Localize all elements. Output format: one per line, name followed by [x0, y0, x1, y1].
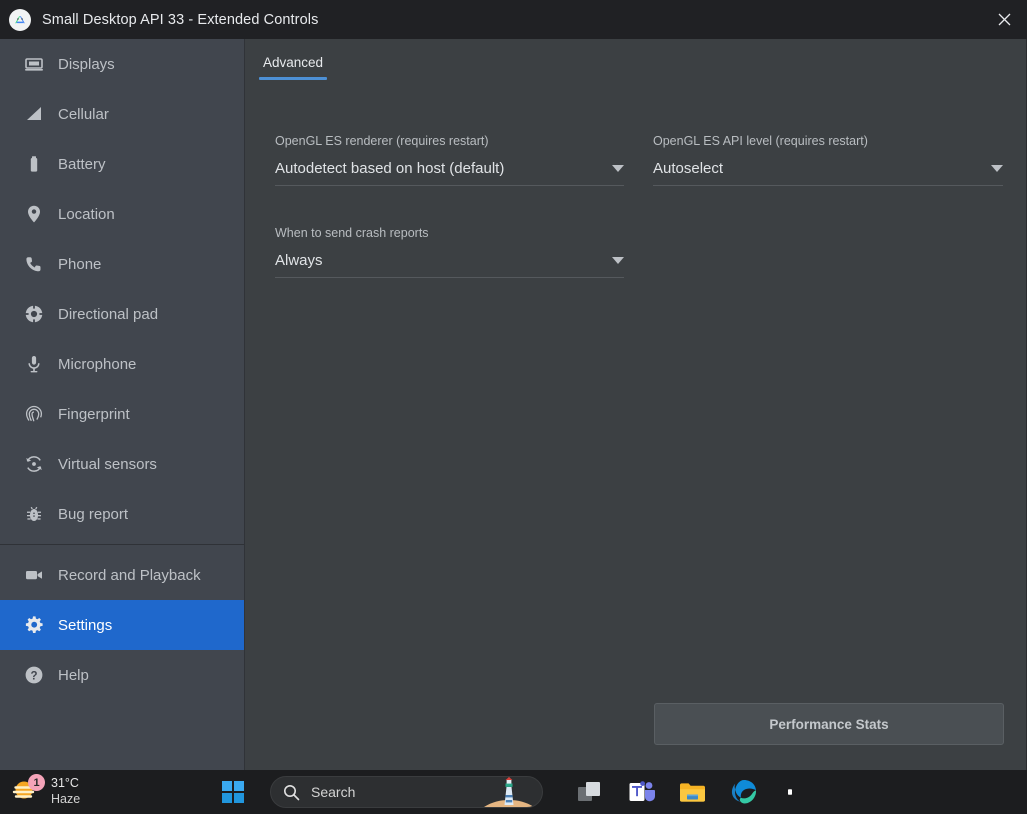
tab-advanced[interactable]: Advanced: [259, 55, 328, 80]
performance-stats-button[interactable]: Performance Stats: [654, 703, 1004, 745]
android-studio-icon: [9, 8, 31, 31]
select-value: Autodetect based on host (default): [275, 160, 505, 177]
sidebar-item-displays[interactable]: Displays: [0, 39, 244, 89]
select-value: Autoselect: [653, 160, 724, 177]
sidebar-item-label: Bug report: [58, 505, 129, 523]
sidebar-item-label: Location: [58, 205, 115, 223]
sidebar-divider: [0, 544, 244, 545]
map-pin-icon: [22, 202, 46, 226]
sidebar-item-cellular[interactable]: Cellular: [0, 89, 244, 139]
tab-label: Advanced: [263, 55, 324, 70]
taskbar-app-list: [561, 772, 794, 812]
sidebar: Displays Cellular Battery Location Phone…: [0, 39, 245, 770]
performance-stats-label: Performance Stats: [769, 716, 889, 732]
start-icon[interactable]: [213, 772, 253, 812]
chevron-down-icon: [612, 257, 624, 264]
search-input[interactable]: Search: [270, 776, 543, 808]
white-app-icon[interactable]: [774, 772, 794, 812]
field-label: OpenGL ES renderer (requires restart): [275, 134, 489, 148]
sidebar-item-label: Settings: [58, 616, 113, 634]
lighthouse-thumbnail: [484, 777, 534, 807]
sidebar-item-directional-pad[interactable]: Directional pad: [0, 289, 244, 339]
weather-temperature: 31°C: [51, 776, 79, 791]
search-icon: [283, 784, 300, 801]
sidebar-item-label: Microphone: [58, 355, 137, 373]
sidebar-item-settings[interactable]: Settings: [0, 600, 244, 650]
opengl-es-renderer-select[interactable]: Autodetect based on host (default): [275, 160, 624, 186]
sidebar-item-bug-report[interactable]: Bug report: [0, 489, 244, 539]
chevron-down-icon: [991, 165, 1003, 172]
extended-controls-window: Small Desktop API 33 - Extended Controls: [0, 0, 1027, 770]
close-icon[interactable]: [981, 0, 1027, 39]
signal-bars-icon: [22, 102, 46, 126]
bug-icon: [22, 502, 46, 526]
rotate-sensor-icon: [22, 452, 46, 476]
weather-notification-badge: 1: [28, 774, 45, 791]
field-label: When to send crash reports: [275, 226, 429, 240]
phone-handset-icon: [22, 252, 46, 276]
sidebar-item-label: Directional pad: [58, 305, 159, 323]
microsoft-edge-icon[interactable]: [723, 772, 765, 812]
battery-icon: [22, 152, 46, 176]
sidebar-item-battery[interactable]: Battery: [0, 139, 244, 189]
video-camera-icon: [22, 563, 46, 587]
sidebar-item-label: Displays: [58, 55, 115, 73]
title-bar-left: Small Desktop API 33 - Extended Controls: [0, 8, 981, 31]
microphone-icon: [22, 352, 46, 376]
gear-icon: [22, 613, 46, 637]
question-circle-icon: ?: [22, 663, 46, 687]
tab-strip: Advanced: [245, 39, 1026, 80]
sidebar-item-label: Help: [58, 666, 89, 684]
sidebar-item-microphone[interactable]: Microphone: [0, 339, 244, 389]
sidebar-item-label: Record and Playback: [58, 566, 201, 584]
sidebar-item-phone[interactable]: Phone: [0, 239, 244, 289]
sidebar-item-help[interactable]: ? Help: [0, 650, 244, 700]
field-crash-reports: When to send crash reports Always: [275, 226, 624, 278]
form-column-left: OpenGL ES renderer (requires restart) Au…: [245, 134, 624, 318]
windows-taskbar: 1 31°C Haze Search: [0, 770, 1027, 814]
crash-reports-select[interactable]: Always: [275, 252, 624, 278]
field-label: OpenGL ES API level (requires restart): [653, 134, 868, 148]
main-panel: Advanced OpenGL ES renderer (requires re…: [245, 39, 1027, 770]
dpad-icon: [22, 302, 46, 326]
sidebar-item-label: Phone: [58, 255, 102, 273]
sidebar-item-location[interactable]: Location: [0, 189, 244, 239]
monitor-icon: [22, 52, 46, 76]
weather-text: 31°C Haze: [51, 776, 80, 807]
taskbar-center: Search: [210, 772, 1027, 812]
svg-text:?: ?: [30, 670, 37, 682]
microsoft-teams-icon[interactable]: [621, 772, 663, 812]
form-column-right: OpenGL ES API level (requires restart) A…: [624, 134, 1003, 318]
sidebar-item-virtual-sensors[interactable]: Virtual sensors: [0, 439, 244, 489]
haze-sun-icon: 1: [10, 774, 45, 808]
field-opengl-es-renderer: OpenGL ES renderer (requires restart) Au…: [275, 134, 624, 186]
sidebar-item-label: Battery: [58, 155, 106, 173]
opengl-es-api-level-select[interactable]: Autoselect: [653, 160, 1003, 186]
form-area: OpenGL ES renderer (requires restart) Au…: [245, 134, 1026, 318]
sidebar-item-label: Virtual sensors: [58, 455, 157, 473]
sidebar-item-fingerprint[interactable]: Fingerprint: [0, 389, 244, 439]
file-explorer-icon[interactable]: [672, 772, 714, 812]
sidebar-item-record-and-playback[interactable]: Record and Playback: [0, 550, 244, 600]
select-value: Always: [275, 252, 323, 269]
window-body: Displays Cellular Battery Location Phone…: [0, 39, 1027, 770]
sidebar-item-label: Cellular: [58, 105, 109, 123]
field-opengl-es-api-level: OpenGL ES API level (requires restart) A…: [653, 134, 1003, 186]
title-bar: Small Desktop API 33 - Extended Controls: [0, 0, 1027, 39]
fingerprint-icon: [22, 402, 46, 426]
weather-widget[interactable]: 1 31°C Haze: [0, 774, 210, 808]
window-title: Small Desktop API 33 - Extended Controls: [42, 11, 319, 28]
chevron-down-icon: [612, 165, 624, 172]
sidebar-item-label: Fingerprint: [58, 405, 130, 423]
task-view-icon[interactable]: [570, 772, 612, 812]
weather-condition: Haze: [51, 792, 81, 806]
search-placeholder: Search: [311, 784, 356, 800]
